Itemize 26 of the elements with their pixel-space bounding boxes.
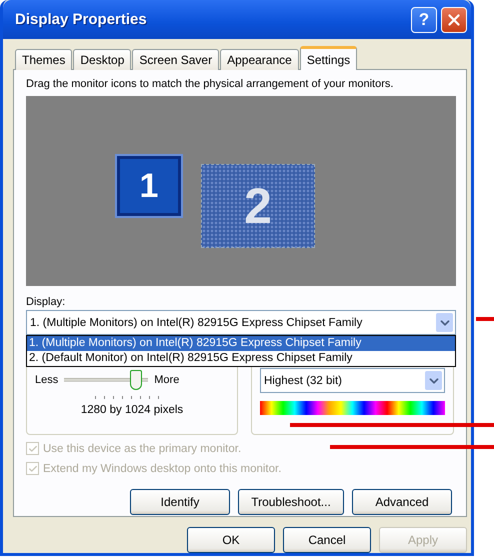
more-label: More <box>154 374 180 386</box>
tab[interactable]: Themes <box>15 49 72 70</box>
display-dropdown[interactable]: 1. (Multiple Monitors) on Intel(R) 82915G Express Chipset Family <box>26 310 456 335</box>
checkbox-label: Extend my Windows desktop onto this monitor. <box>43 462 282 474</box>
checkbox-label: Use this device as the primary monitor. <box>43 442 242 454</box>
slider-thumb[interactable] <box>130 370 142 390</box>
instruction-text: Drag the monitor icons to match the physical arrangement of your monitors. <box>26 78 394 90</box>
tab[interactable]: Appearance <box>220 49 299 70</box>
tab[interactable]: Desktop <box>73 49 132 70</box>
close-button[interactable] <box>441 6 467 32</box>
panel-button[interactable]: Troubleshoot... <box>238 489 344 515</box>
panel-button[interactable]: Identify <box>130 489 230 515</box>
monitor-icon[interactable]: 1 <box>117 156 181 216</box>
tab[interactable]: Screen Saver <box>132 49 220 70</box>
window-title: Display Properties <box>15 11 148 28</box>
help-button[interactable]: ? <box>411 6 437 32</box>
dropdown-option[interactable]: 1. (Multiple Monitors) on Intel(R) 82915G Express Chipset Family <box>27 336 455 351</box>
color-quality-dropdown[interactable]: Highest (32 bit) <box>260 368 445 393</box>
monitor-icon[interactable]: 2 <box>201 164 315 248</box>
display-label: Display: <box>26 296 66 308</box>
dialog-button[interactable]: OK <box>187 527 275 553</box>
resolution-value: 1280 by 1024 pixels <box>80 404 184 416</box>
less-label: Less <box>35 374 58 386</box>
dialog-button[interactable]: Cancel <box>283 527 371 553</box>
panel-button[interactable]: Advanced <box>352 489 452 515</box>
tab[interactable]: Settings <box>300 46 358 70</box>
